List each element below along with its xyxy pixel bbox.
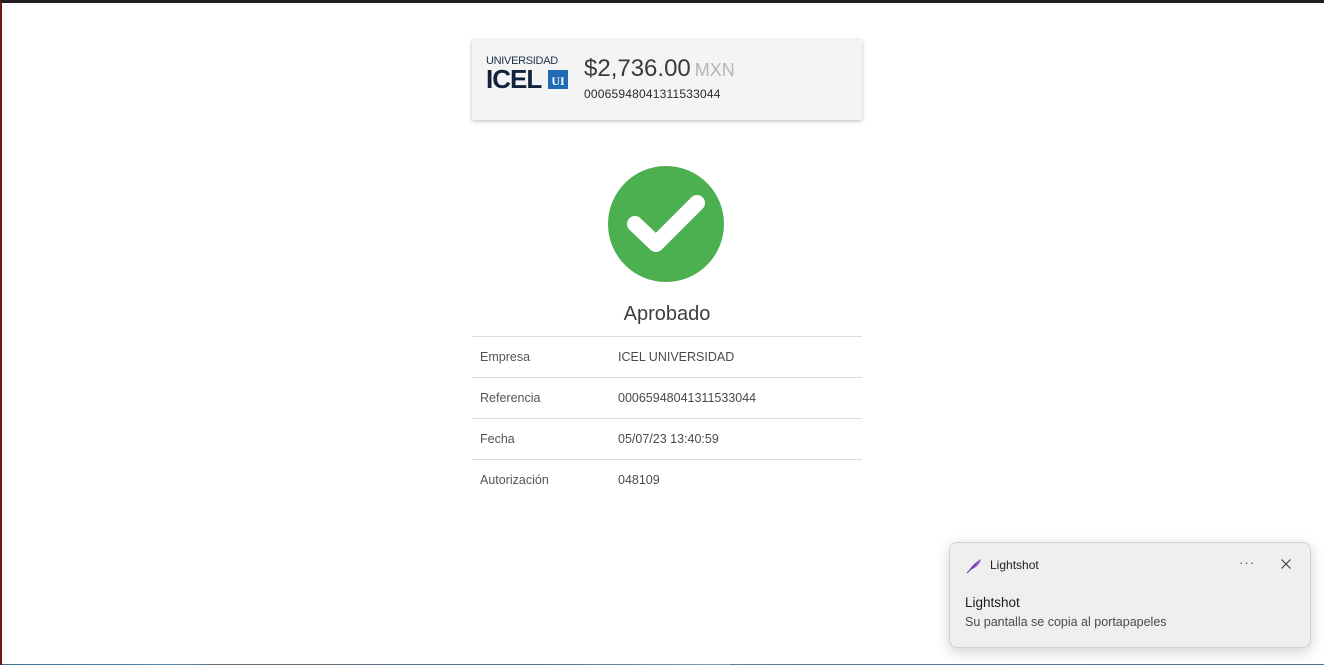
- lightshot-notification-toast[interactable]: Lightshot ··· Lightshot Su pantalla se c…: [949, 542, 1311, 648]
- icel-university-logo: UNIVERSIDAD ICEL UI: [486, 55, 570, 95]
- detail-row-referencia: Referencia 00065948041311533044: [472, 378, 862, 419]
- approved-check-icon: [608, 166, 724, 282]
- more-options-button[interactable]: ···: [1236, 553, 1258, 575]
- detail-value: 00065948041311533044: [618, 391, 757, 405]
- transaction-details-table: Empresa ICEL UNIVERSIDAD Referencia 0006…: [472, 336, 862, 500]
- amount-row: $2,736.00 MXN: [584, 55, 735, 83]
- detail-key: Empresa: [480, 350, 531, 364]
- detail-value: 05/07/23 13:40:59: [618, 432, 719, 446]
- logo-badge: UI: [548, 70, 568, 89]
- toast-title: Lightshot: [965, 595, 1020, 610]
- detail-row-fecha: Fecha 05/07/23 13:40:59: [472, 419, 862, 460]
- payment-amount: $2,736.00: [584, 55, 691, 82]
- detail-row-autorizacion: Autorización 048109: [472, 460, 862, 500]
- detail-row-empresa: Empresa ICEL UNIVERSIDAD: [472, 337, 862, 378]
- detail-key: Autorización: [480, 473, 549, 487]
- detail-value: 048109: [618, 473, 660, 487]
- logo-text-icel: ICEL: [486, 64, 542, 94]
- close-icon[interactable]: [1276, 554, 1296, 574]
- status-label: Aprobado: [623, 303, 711, 325]
- detail-value: ICEL UNIVERSIDAD: [618, 350, 735, 364]
- payment-currency: MXN: [694, 60, 735, 80]
- payment-reference: 00065948041311533044: [584, 87, 721, 101]
- payment-summary-card: UNIVERSIDAD ICEL UI $2,736.00 MXN 0006594…: [472, 40, 862, 120]
- toast-app-name: Lightshot: [990, 558, 1039, 572]
- feather-icon: [965, 557, 983, 575]
- payment-receipt-page: UNIVERSIDAD ICEL UI $2,736.00 MXN 0006594…: [0, 0, 1324, 665]
- detail-key: Referencia: [480, 391, 541, 405]
- detail-key: Fecha: [480, 432, 515, 446]
- toast-message: Su pantalla se copia al portapapeles: [965, 615, 1167, 629]
